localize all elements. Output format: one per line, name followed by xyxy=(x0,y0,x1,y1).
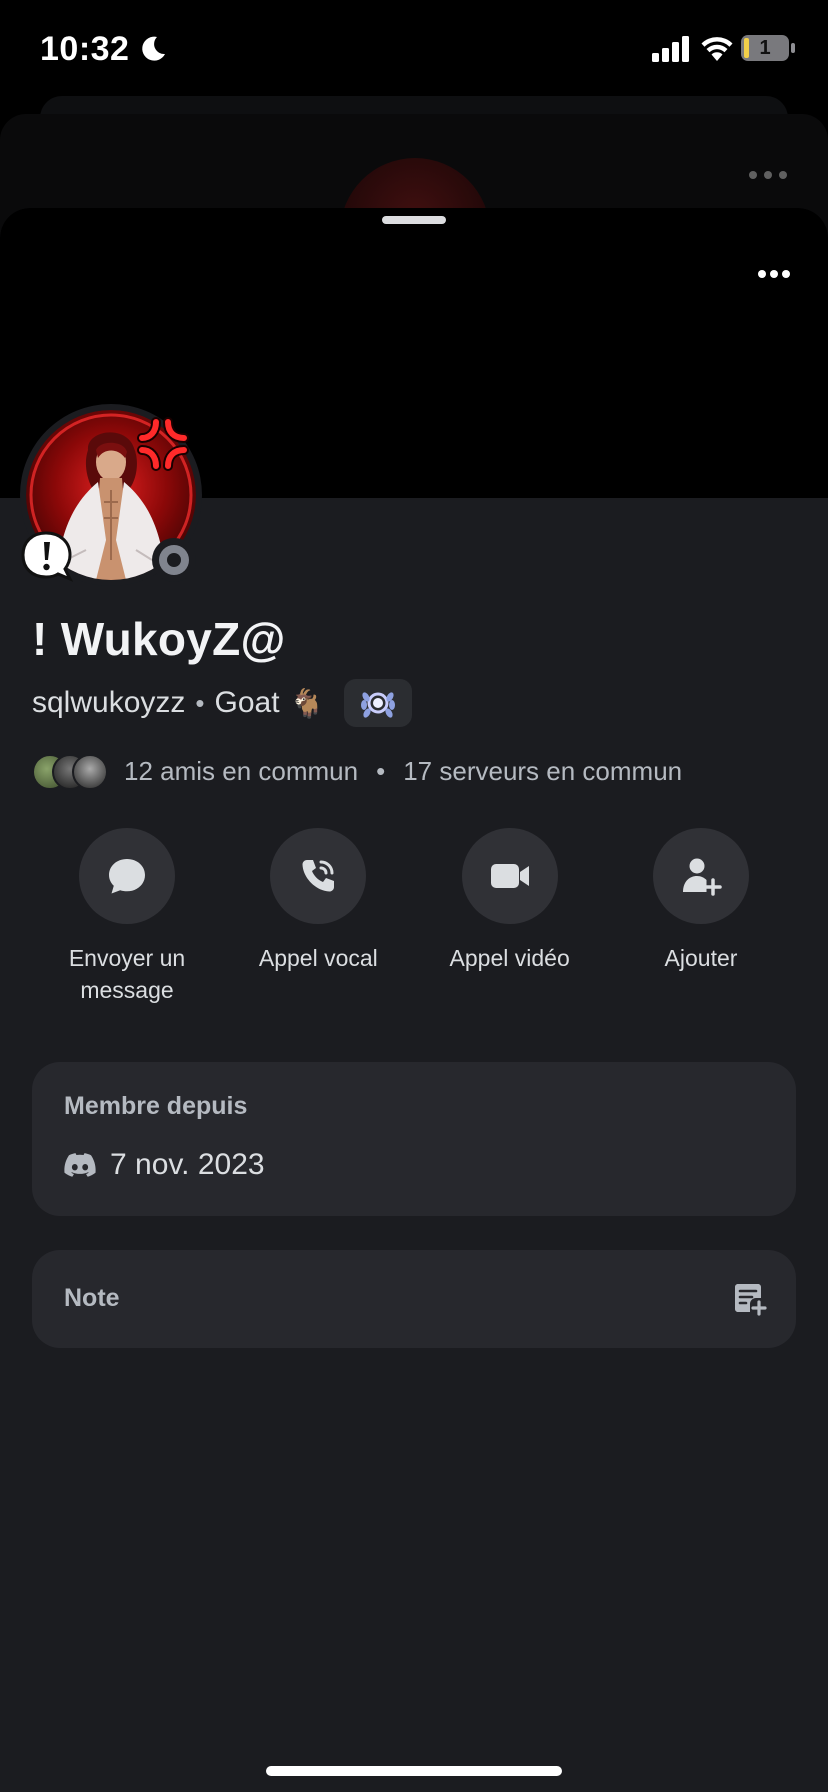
anger-symbol-icon xyxy=(137,417,189,471)
more-options-button[interactable] xyxy=(748,256,800,292)
voice-call-circle[interactable] xyxy=(270,828,367,924)
voice-call-label: Appel vocal xyxy=(258,945,378,971)
add-friend-label: Ajouter xyxy=(664,945,738,971)
mutual-avatar xyxy=(72,754,108,790)
add-friend-icon xyxy=(682,858,722,896)
custom-status: Goat xyxy=(214,686,280,719)
send-message-label: Envoyer un message xyxy=(68,945,186,1003)
member-since-row: 7 nov. 2023 xyxy=(64,1148,265,1182)
add-note-icon[interactable] xyxy=(732,1280,768,1316)
status-bar: 10:32 1 xyxy=(0,0,828,100)
sheet-grabber[interactable] xyxy=(382,216,446,224)
battery-level: 1 xyxy=(759,37,771,59)
more-horizontal-icon xyxy=(758,270,790,278)
mutual-friend-avatars xyxy=(32,754,112,790)
video-call-label: Appel vidéo xyxy=(449,945,570,971)
mutual-friends-count[interactable]: 12 amis en commun xyxy=(124,756,358,787)
laurel-badge-icon xyxy=(361,692,396,718)
status-time: 10:32 xyxy=(40,30,130,68)
video-call-circle[interactable] xyxy=(461,828,558,924)
moon-icon xyxy=(142,36,165,61)
mutual-servers-count[interactable]: 17 serveurs en commun xyxy=(403,756,682,787)
presence-status-indicator xyxy=(152,538,196,582)
mutuals-row[interactable]: 12 amis en commun • 17 serveurs en commu… xyxy=(32,746,682,796)
display-name: ! WukoyZ@ xyxy=(32,613,286,665)
mutuals-separator: • xyxy=(376,755,386,786)
send-message-circle[interactable] xyxy=(79,828,175,924)
phone-call-icon xyxy=(302,860,335,892)
background-more-icon xyxy=(749,171,787,179)
member-since-date: 7 nov. 2023 xyxy=(110,1148,265,1181)
goat-emoji: 🐐 xyxy=(289,687,325,719)
send-message-button[interactable]: Envoyer un message xyxy=(32,828,222,1006)
username[interactable]: sqlwukoyzz xyxy=(32,686,185,720)
username-separator: • xyxy=(195,687,205,718)
add-friend-button[interactable]: Ajouter xyxy=(606,828,796,1006)
voice-call-button[interactable]: Appel vocal xyxy=(223,828,413,1006)
note-card[interactable]: Note xyxy=(32,1250,796,1348)
chat-bubble-icon xyxy=(109,859,145,894)
cellular-signal-icon xyxy=(652,36,689,62)
username-row: sqlwukoyzz • Goat 🐐 xyxy=(32,678,413,728)
note-title: Note xyxy=(64,1284,120,1312)
add-friend-circle[interactable] xyxy=(652,828,749,924)
video-camera-icon xyxy=(490,864,529,888)
member-since-card: Membre depuis 7 nov. 2023 xyxy=(32,1062,796,1216)
profile-badge[interactable] xyxy=(344,679,413,727)
member-since-title: Membre depuis xyxy=(64,1092,248,1120)
exclamation-bubble-icon xyxy=(21,531,74,582)
wifi-icon xyxy=(701,37,733,61)
discord-logo-icon xyxy=(64,1153,96,1177)
profile-sheet: ! WukoyZ@ sqlwukoyzz • Goat 🐐 12 amis en… xyxy=(0,208,828,1792)
video-call-button[interactable]: Appel vidéo xyxy=(415,828,605,1006)
profile-actions: Envoyer un message Appel vocal Appel vid… xyxy=(32,828,796,1006)
home-indicator[interactable] xyxy=(266,1766,562,1776)
